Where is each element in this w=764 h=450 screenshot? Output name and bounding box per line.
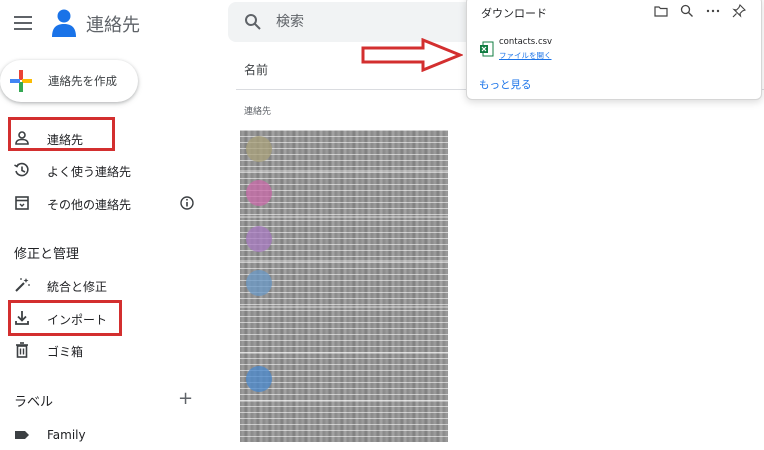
list-item-divider [240,352,448,354]
avatar [246,136,272,162]
plus-icon [10,70,32,92]
open-file-link[interactable]: ファイルを開く [499,50,552,61]
list-item-divider [240,260,448,262]
menu-bar [14,16,32,18]
sidebar-item-contacts[interactable]: 連絡先 [0,123,210,153]
list-item-divider [240,170,448,172]
main-menu-button[interactable] [14,16,32,30]
add-label-button[interactable]: + [178,390,193,408]
contact-list-blurred[interactable] [240,130,448,442]
menu-bar [14,28,32,30]
excel-file-icon [480,41,494,57]
see-more-link[interactable]: もっと見る [479,77,532,92]
list-item-divider [240,400,448,402]
download-file-name[interactable]: contacts.csv [499,37,552,47]
create-contact-label: 連絡先を作成 [48,74,117,88]
app-title: 連絡先 [86,15,140,36]
name-column-header[interactable]: 名前 [244,61,268,78]
create-contact-button[interactable]: 連絡先を作成 [0,60,138,102]
annotation-arrow-icon [361,38,463,72]
contacts-section-label: 連絡先 [244,107,272,117]
search-bar[interactable] [228,2,488,42]
menu-bar [14,22,32,24]
sidebar-item-label: 連絡先 [47,133,84,147]
sidebar-item-label: 統合と修正 [47,280,108,294]
more-icon[interactable] [705,3,721,19]
downloads-title: ダウンロード [481,7,547,20]
avatar [246,180,272,206]
list-item-divider [240,216,448,218]
sidebar-item-other-contacts[interactable]: その他の連絡先 [0,188,210,218]
downloads-panel: ダウンロード contacts.csv ファイルを開く もっと見る [466,0,762,100]
avatar [246,366,272,392]
avatar [246,226,272,252]
avatar [246,270,272,296]
sidebar-item-label: その他の連絡先 [47,198,132,212]
sidebar-item-label-family[interactable]: Family [0,420,210,450]
sidebar-item-label: ゴミ箱 [47,345,84,359]
sidebar-item-frequent[interactable]: よく使う連絡先 [0,155,210,185]
sidebar-item-label: インポート [47,313,108,327]
download-icon [15,311,29,325]
pin-icon[interactable] [731,3,747,19]
label-icon [15,431,29,439]
magic-wand-icon [15,278,30,292]
search-icon[interactable] [679,3,695,19]
trash-icon [16,342,28,358]
manage-section-title: 修正と管理 [14,247,80,262]
sidebar-item-merge-fix[interactable]: 統合と修正 [0,270,210,300]
archive-icon [15,196,29,210]
folder-icon[interactable] [653,3,669,19]
sidebar-item-import[interactable]: インポート [0,303,210,333]
sidebar-item-label: よく使う連絡先 [47,165,132,179]
list-item-divider [240,306,448,308]
search-icon[interactable] [244,13,262,31]
labels-section-title: ラベル [14,395,54,410]
history-icon [14,162,29,177]
search-input[interactable] [276,10,476,34]
person-icon [15,131,29,145]
info-icon[interactable] [180,196,194,210]
sidebar-item-label: Family [47,428,86,442]
sidebar-item-trash[interactable]: ゴミ箱 [0,335,210,365]
contacts-logo-icon [52,9,76,37]
